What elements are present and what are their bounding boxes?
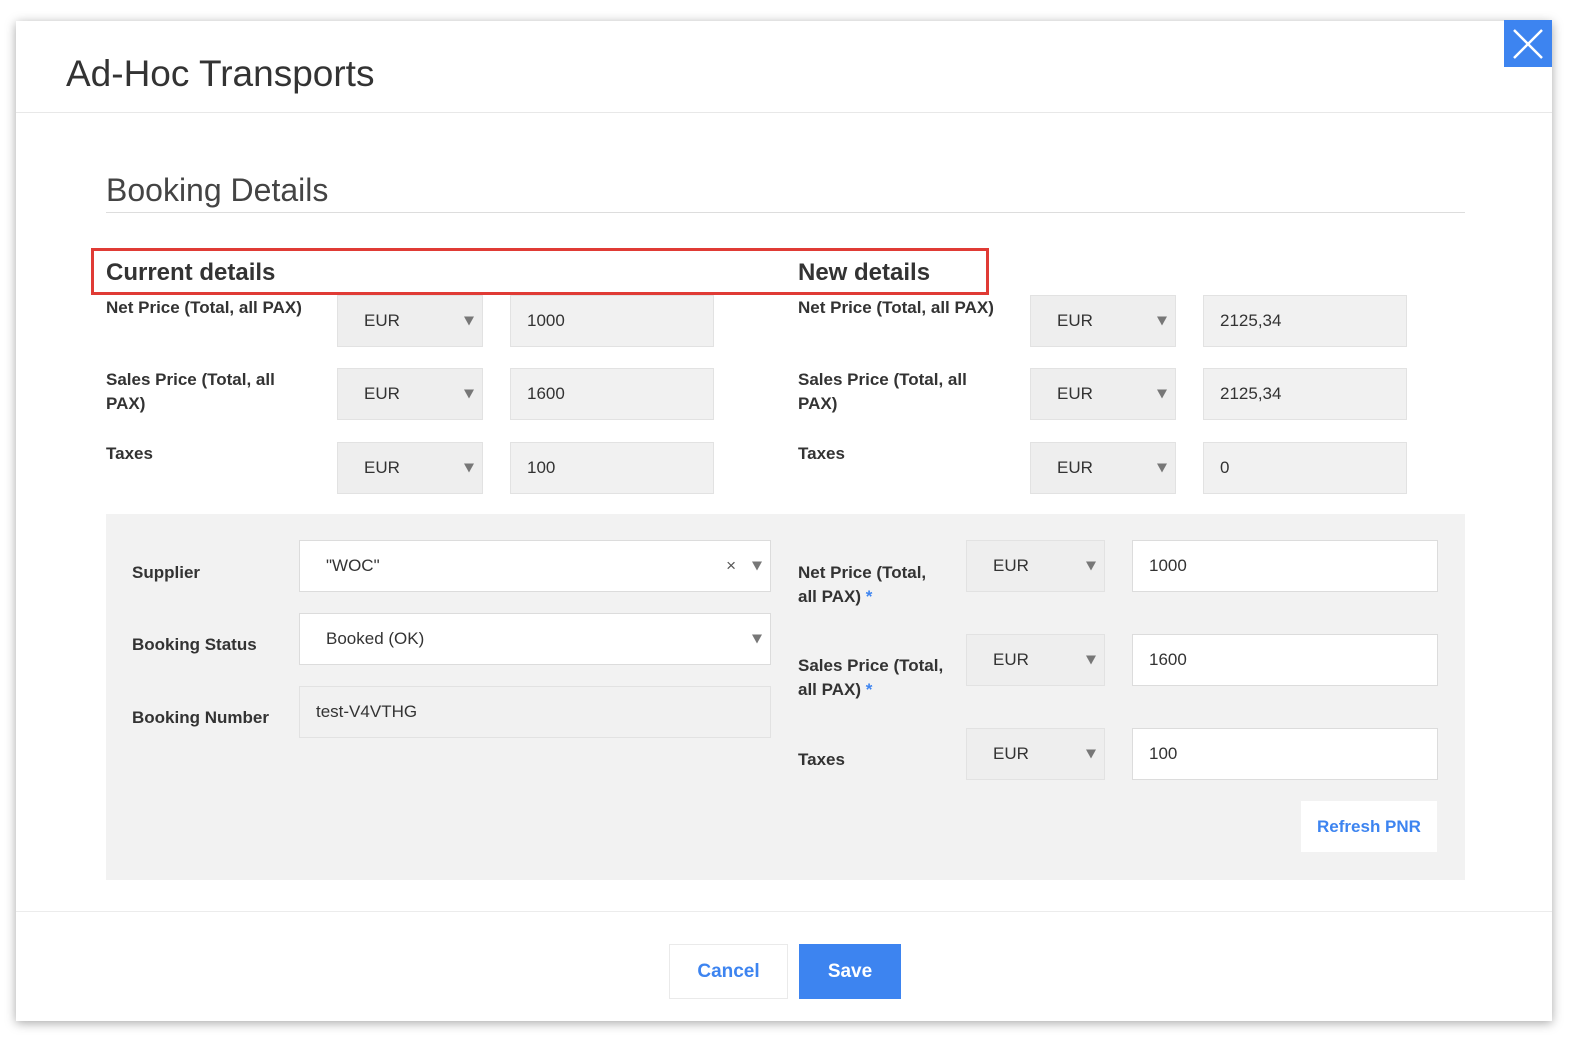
current-taxes-value: 100: [527, 458, 556, 477]
new-taxes-currency: EUR: [1057, 458, 1093, 477]
booking-status-value: Booked (OK): [326, 629, 425, 648]
form-net-price-label: Net Price (Total, all PAX) *: [798, 561, 948, 609]
form-net-price-currency: EUR: [993, 556, 1029, 575]
footer-divider: [16, 911, 1552, 912]
current-taxes-currency: EUR: [364, 458, 400, 477]
form-taxes-currency-select[interactable]: EUR: [966, 728, 1105, 780]
form-sales-price-currency-select[interactable]: EUR: [966, 634, 1105, 686]
booking-number-value: test-V4VTHG: [316, 702, 418, 721]
section-title: Booking Details: [106, 172, 329, 208]
header-divider: [16, 112, 1552, 113]
form-taxes-input[interactable]: 100: [1132, 728, 1438, 780]
new-sales-price-input[interactable]: 2125,34: [1203, 368, 1407, 420]
new-net-price-input[interactable]: 2125,34: [1203, 295, 1407, 347]
chevron-down-icon: [464, 316, 474, 326]
supplier-select[interactable]: "WOC" ×: [299, 540, 771, 592]
current-sales-price-value: 1600: [527, 384, 565, 403]
current-net-price-value: 1000: [527, 311, 565, 330]
form-net-price-value: 1000: [1149, 556, 1187, 575]
refresh-pnr-button[interactable]: Refresh PNR: [1301, 801, 1437, 852]
booking-number-input[interactable]: test-V4VTHG: [299, 686, 771, 738]
chevron-down-icon: [1157, 389, 1167, 399]
form-net-price-currency-select[interactable]: EUR: [966, 540, 1105, 592]
close-button[interactable]: [1504, 20, 1552, 67]
new-sales-price-label: Sales Price (Total, all PAX): [798, 370, 967, 413]
current-net-price-label: Net Price (Total, all PAX): [106, 298, 302, 317]
current-taxes-input[interactable]: 100: [510, 442, 714, 494]
chevron-down-icon: [1157, 316, 1167, 326]
current-sales-price-currency-select[interactable]: EUR: [337, 368, 483, 420]
supplier-label: Supplier: [132, 563, 201, 582]
modal-title: Ad-Hoc Transports: [66, 53, 375, 94]
booking-status-label: Booking Status: [132, 635, 257, 654]
supplier-value: "WOC": [326, 556, 380, 575]
current-sales-price-label: Sales Price (Total, all PAX): [106, 370, 275, 413]
current-taxes-label: Taxes: [106, 444, 153, 463]
current-net-price-input[interactable]: 1000: [510, 295, 714, 347]
new-taxes-value: 0: [1220, 458, 1230, 477]
section-divider: [106, 212, 1465, 213]
new-sales-price-value: 2125,34: [1220, 384, 1282, 403]
clear-icon[interactable]: ×: [726, 556, 736, 576]
booking-status-select[interactable]: Booked (OK): [299, 613, 771, 665]
current-taxes-currency-select[interactable]: EUR: [337, 442, 483, 494]
current-details-heading: Current details: [106, 259, 276, 286]
current-sales-price-input[interactable]: 1600: [510, 368, 714, 420]
chevron-down-icon: [464, 463, 474, 473]
form-sales-price-input[interactable]: 1600: [1132, 634, 1438, 686]
new-taxes-input[interactable]: 0: [1203, 442, 1407, 494]
chevron-down-icon: [752, 634, 762, 644]
form-sales-price-currency: EUR: [993, 650, 1029, 669]
close-icon: [1513, 28, 1543, 59]
chevron-down-icon: [1086, 749, 1096, 759]
required-marker: *: [865, 680, 873, 699]
new-net-price-value: 2125,34: [1220, 311, 1282, 330]
chevron-down-icon: [1086, 655, 1096, 665]
form-sales-price-label: Sales Price (Total, all PAX) *: [798, 654, 948, 702]
new-sales-price-currency-select[interactable]: EUR: [1030, 368, 1176, 420]
form-taxes-value: 100: [1149, 744, 1178, 763]
form-taxes-label: Taxes: [798, 750, 845, 769]
required-marker: *: [865, 587, 873, 606]
cancel-button[interactable]: Cancel: [669, 944, 788, 999]
new-taxes-label: Taxes: [798, 444, 845, 463]
booking-number-label: Booking Number: [132, 708, 269, 727]
current-net-price-currency-select[interactable]: EUR: [337, 295, 483, 347]
form-net-price-label-text: Net Price (Total, all PAX): [798, 563, 927, 606]
chevron-down-icon: [1157, 463, 1167, 473]
new-details-heading: New details: [798, 259, 931, 286]
current-net-price-currency: EUR: [364, 311, 400, 330]
form-sales-price-value: 1600: [1149, 650, 1187, 669]
new-sales-price-currency: EUR: [1057, 384, 1093, 403]
new-taxes-currency-select[interactable]: EUR: [1030, 442, 1176, 494]
new-net-price-label: Net Price (Total, all PAX): [798, 298, 994, 317]
form-taxes-currency: EUR: [993, 744, 1029, 763]
chevron-down-icon: [464, 389, 474, 399]
current-sales-price-currency: EUR: [364, 384, 400, 403]
new-net-price-currency: EUR: [1057, 311, 1093, 330]
chevron-down-icon: [752, 561, 762, 571]
form-net-price-input[interactable]: 1000: [1132, 540, 1438, 592]
save-button[interactable]: Save: [799, 944, 901, 999]
chevron-down-icon: [1086, 561, 1096, 571]
new-net-price-currency-select[interactable]: EUR: [1030, 295, 1176, 347]
